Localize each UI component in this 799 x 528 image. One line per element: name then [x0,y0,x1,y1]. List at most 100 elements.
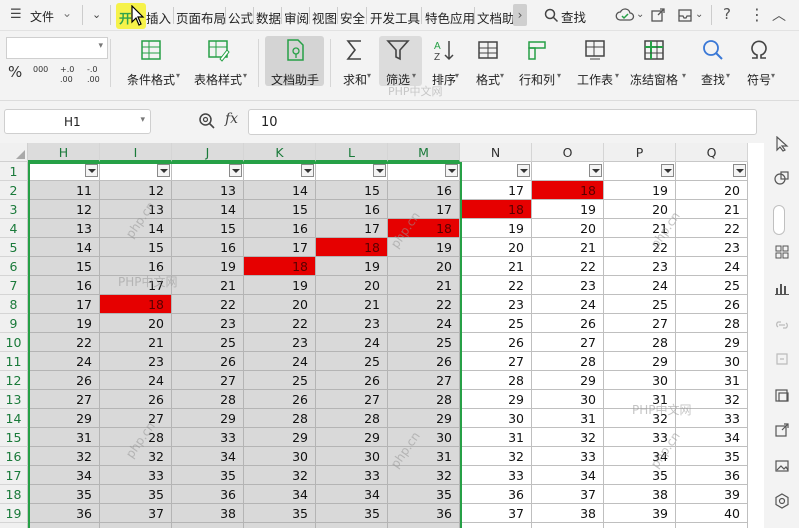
cell-o9[interactable]: 26 [532,314,604,333]
chevron-down-icon[interactable]: ▾ [682,71,686,80]
search-icon[interactable] [544,8,559,23]
cell-k20[interactable]: 36 [244,523,316,528]
zoom-icon[interactable] [198,112,216,130]
cell-p6[interactable]: 23 [604,257,676,276]
cell-l8[interactable]: 21 [316,295,388,314]
cell-l15[interactable]: 29 [316,428,388,447]
cell-n5[interactable]: 20 [460,238,532,257]
export-icon[interactable] [774,387,790,403]
cell-o17[interactable]: 34 [532,466,604,485]
cell-k13[interactable]: 26 [244,390,316,409]
cell-k11[interactable]: 24 [244,352,316,371]
cell-j1[interactable] [172,162,244,181]
cell-k8[interactable]: 20 [244,295,316,314]
cell-m19[interactable]: 36 [388,504,460,523]
filter-dropdown-icon[interactable] [445,164,458,177]
tab-special-apps[interactable]: 特色应用 [425,8,475,27]
cell-h12[interactable]: 26 [28,371,100,390]
cell-m18[interactable]: 35 [388,485,460,504]
increase-decimal-button[interactable]: +.0 .00 [60,65,78,85]
cell-j12[interactable]: 27 [172,371,244,390]
quick-access-chevron-icon[interactable]: ⌄ [92,8,101,21]
cell-p11[interactable]: 29 [604,352,676,371]
column-header-m[interactable]: M [388,143,460,162]
cell-k15[interactable]: 29 [244,428,316,447]
find-button[interactable]: 查找 [694,37,732,88]
cell-p7[interactable]: 24 [604,276,676,295]
cell-m1[interactable] [388,162,460,181]
cell-q1[interactable] [676,162,748,181]
cell-n9[interactable]: 25 [460,314,532,333]
chevron-down-icon[interactable]: ▾ [615,71,619,80]
cell-n11[interactable]: 27 [460,352,532,371]
cell-o20[interactable]: 39 [532,523,604,528]
column-header-l[interactable]: L [316,143,388,162]
cell-n14[interactable]: 30 [460,409,532,428]
cell-j2[interactable]: 13 [172,181,244,200]
cell-q10[interactable]: 29 [676,333,748,352]
apps-icon[interactable] [774,244,790,260]
cell-l6[interactable]: 19 [316,257,388,276]
cell-o4[interactable]: 20 [532,219,604,238]
image-icon[interactable] [774,458,790,474]
cell-m2[interactable]: 16 [388,181,460,200]
sidebar-scroll-icon[interactable] [773,205,785,235]
cell-p2[interactable]: 19 [604,181,676,200]
cell-q16[interactable]: 35 [676,447,748,466]
cell-j7[interactable]: 21 [172,276,244,295]
filter-dropdown-icon[interactable] [85,164,98,177]
cell-k17[interactable]: 32 [244,466,316,485]
cell-q12[interactable]: 31 [676,371,748,390]
cell-o18[interactable]: 37 [532,485,604,504]
column-header-o[interactable]: O [532,143,604,162]
chevron-down-icon[interactable]: ▾ [500,71,504,80]
share-link-icon[interactable] [774,317,790,333]
cell-n13[interactable]: 29 [460,390,532,409]
cell-o7[interactable]: 23 [532,276,604,295]
cell-k1[interactable] [244,162,316,181]
help-icon[interactable]: ? [723,5,731,23]
thousands-format-button[interactable]: 000 [33,65,48,74]
tab-doc-assistant[interactable]: 文档助 [477,8,515,27]
cell-o14[interactable]: 31 [532,409,604,428]
chevron-down-icon[interactable]: ▾ [771,71,775,80]
row-header-14[interactable]: 14 [0,409,28,428]
cell-h2[interactable]: 11 [28,181,100,200]
cell-j16[interactable]: 34 [172,447,244,466]
cell-k2[interactable]: 14 [244,181,316,200]
row-header-10[interactable]: 10 [0,333,28,352]
cell-q18[interactable]: 39 [676,485,748,504]
cell-p9[interactable]: 27 [604,314,676,333]
column-header-h[interactable]: H [28,143,100,162]
cell-n12[interactable]: 28 [460,371,532,390]
cell-k12[interactable]: 25 [244,371,316,390]
cell-n15[interactable]: 31 [460,428,532,447]
tab-view[interactable]: 视图 [312,8,337,27]
cell-i10[interactable]: 21 [100,333,172,352]
sum-button[interactable]: 求和 [336,37,374,88]
cell-n3[interactable]: 18 [460,200,532,219]
row-header-20[interactable]: 20 [0,523,28,528]
cell-h17[interactable]: 34 [28,466,100,485]
cell-p12[interactable]: 30 [604,371,676,390]
cell-j9[interactable]: 23 [172,314,244,333]
cell-l20[interactable]: 36 [316,523,388,528]
tab-formulas[interactable]: 公式 [228,8,253,27]
decrease-decimal-button[interactable]: -.0 .00 [87,65,105,85]
row-header-6[interactable]: 6 [0,257,28,276]
filter-dropdown-icon[interactable] [589,164,602,177]
cell-h3[interactable]: 12 [28,200,100,219]
filter-dropdown-icon[interactable] [517,164,530,177]
cell-m3[interactable]: 17 [388,200,460,219]
chevron-down-icon[interactable]: ▾ [726,71,730,80]
cell-p17[interactable]: 35 [604,466,676,485]
chevron-down-icon[interactable]: ▾ [412,71,416,80]
row-header-17[interactable]: 17 [0,466,28,485]
cell-n18[interactable]: 36 [460,485,532,504]
cell-l14[interactable]: 28 [316,409,388,428]
cell-l18[interactable]: 34 [316,485,388,504]
row-header-15[interactable]: 15 [0,428,28,447]
symbol-button[interactable]: 符号 [740,37,778,88]
cell-m13[interactable]: 28 [388,390,460,409]
cell-h13[interactable]: 27 [28,390,100,409]
